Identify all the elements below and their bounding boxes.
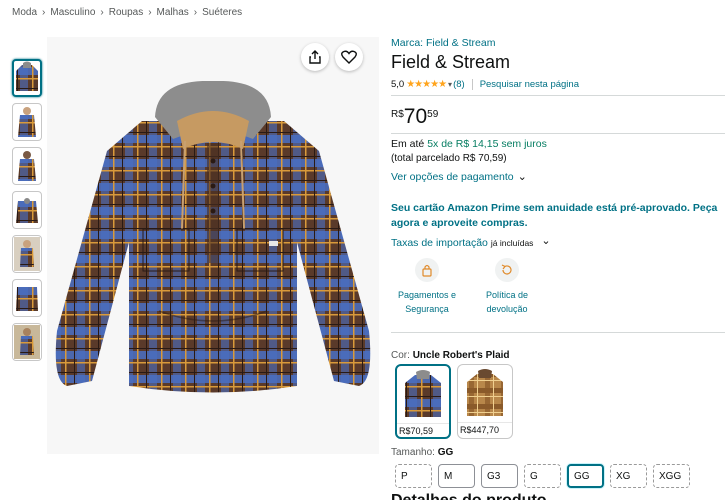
thumbnail-2[interactable]	[12, 103, 42, 141]
breadcrumb: Moda › Masculino › Roupas › Malhas › Sué…	[12, 7, 242, 18]
share-button[interactable]	[301, 43, 329, 71]
feature-label: Política de devolução	[485, 290, 529, 314]
color-label: Cor: Uncle Robert's Plaid	[391, 350, 510, 361]
feature-list: Pagamentos e Segurança Política de devol…	[391, 258, 551, 316]
search-page-link[interactable]: Pesquisar nesta página	[480, 79, 579, 90]
size-option-m[interactable]: M	[438, 464, 475, 488]
thumbnail-image	[16, 198, 38, 223]
thumbnail-image	[16, 287, 38, 311]
plaid-shirt-image	[55, 81, 371, 393]
price-whole: 70	[403, 105, 428, 128]
lock-icon	[415, 258, 439, 282]
feature-payments-security[interactable]: Pagamentos e Segurança	[391, 258, 463, 316]
thumbnail-image	[14, 325, 40, 359]
divider	[391, 95, 725, 96]
chevron-down-icon[interactable]: ⌄	[541, 234, 550, 247]
product-details-heading: Detalhes do produto	[391, 492, 547, 500]
installments-total: (total parcelado R$ 70,59)	[391, 153, 507, 164]
breadcrumb-separator: ›	[148, 7, 152, 18]
price-currency: R$	[391, 109, 404, 120]
color-swatch-uncle-roberts-plaid[interactable]: R$70,59	[395, 364, 451, 439]
feature-label: Pagamentos e Segurança	[397, 290, 457, 314]
chevron-down-icon: ⌄	[517, 171, 527, 183]
import-taxes-suffix: já incluídas	[490, 238, 534, 248]
thumbnail-image	[18, 151, 36, 181]
thumbnail-4[interactable]	[12, 191, 42, 229]
swatch-image	[467, 369, 503, 416]
rating-value: 5,0	[391, 79, 405, 90]
thumbnail-image	[18, 107, 36, 137]
brand-link[interactable]: Marca: Field & Stream	[391, 37, 495, 49]
installments-text: Em até 5x de R$ 14,15 sem juros	[391, 138, 547, 150]
thumbnail-6[interactable]	[12, 279, 42, 317]
payment-options-link[interactable]: Ver opções de pagamento ⌄	[391, 170, 527, 184]
installments-highlight: 5x de R$ 14,15 sem juros	[427, 138, 547, 150]
thumbnail-image	[14, 237, 40, 271]
import-taxes: Taxas de importação já incluídas ⌄	[391, 234, 551, 250]
breadcrumb-separator: ›	[193, 7, 198, 18]
wishlist-button[interactable]	[335, 43, 363, 71]
size-option-g[interactable]: G	[524, 464, 561, 488]
color-key: Cor:	[391, 350, 410, 361]
installments-prefix: Em até	[391, 138, 428, 150]
size-options: P M G3 G GG XG XGG	[395, 464, 696, 488]
prime-offer-link[interactable]: Seu cartão Amazon Prime sem anuidade est…	[391, 201, 725, 231]
color-swatches: R$70,59 R$447,70	[395, 364, 519, 439]
size-option-xg[interactable]: XG	[610, 464, 647, 488]
size-option-p[interactable]: P	[395, 464, 432, 488]
chevron-down-icon[interactable]: ▾	[448, 80, 452, 89]
breadcrumb-item-moda[interactable]: Moda	[12, 7, 37, 18]
breadcrumb-separator: ›	[100, 7, 104, 18]
breadcrumb-item-sueteres[interactable]: Suéteres	[202, 7, 242, 18]
size-option-gg[interactable]: GG	[567, 464, 604, 488]
rating-row: 5,0 ★★★★★ ▾ (8) Pesquisar nesta página	[391, 79, 579, 90]
price: R$ 70 59	[391, 106, 438, 127]
swatch-price: R$70,59	[397, 423, 449, 436]
thumbnail-1[interactable]	[12, 59, 42, 97]
return-icon	[495, 258, 519, 282]
rating-count-link[interactable]: (8)	[453, 79, 465, 90]
share-icon	[309, 50, 321, 64]
payment-options-label: Ver opções de pagamento	[391, 170, 514, 183]
import-taxes-link[interactable]: Taxas de importação	[391, 237, 488, 249]
divider	[391, 133, 725, 134]
color-value: Uncle Robert's Plaid	[412, 350, 510, 361]
thumbnail-image	[16, 61, 38, 91]
size-value: GG	[437, 447, 454, 458]
thumbnail-7[interactable]	[12, 323, 42, 361]
breadcrumb-item-masculino[interactable]: Masculino	[50, 7, 95, 18]
thumbnail-5[interactable]	[12, 235, 42, 273]
main-product-image[interactable]	[47, 37, 379, 454]
color-swatch-tan-plaid[interactable]: R$447,70	[457, 364, 513, 439]
product-title: Field & Stream	[391, 52, 511, 72]
size-label: Tamanho: GG	[391, 447, 453, 458]
thumbnail-list	[12, 59, 44, 367]
thumbnail-3[interactable]	[12, 147, 42, 185]
size-option-g3[interactable]: G3	[481, 464, 518, 488]
breadcrumb-item-malhas[interactable]: Malhas	[157, 7, 189, 18]
feature-return-policy[interactable]: Política de devolução	[471, 258, 543, 316]
size-option-xgg[interactable]: XGG	[653, 464, 690, 488]
heart-icon	[341, 50, 357, 64]
size-key: Tamanho:	[391, 447, 435, 458]
divider	[391, 332, 725, 333]
breadcrumb-item-roupas[interactable]: Roupas	[109, 7, 143, 18]
swatch-price: R$447,70	[458, 422, 512, 435]
breadcrumb-separator: ›	[42, 7, 46, 18]
star-rating-icon[interactable]: ★★★★★	[406, 79, 447, 90]
price-fraction: 59	[427, 109, 439, 120]
divider	[471, 79, 473, 90]
swatch-image	[405, 370, 441, 417]
